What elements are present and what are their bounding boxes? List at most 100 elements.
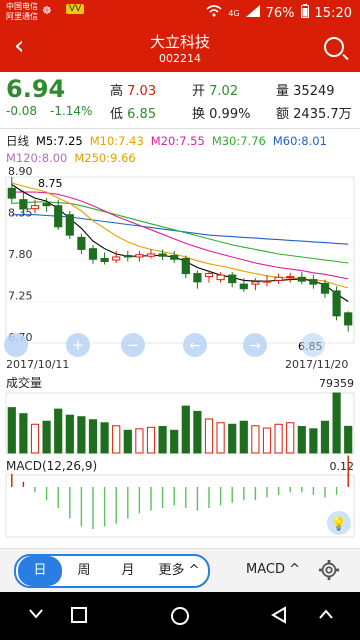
volume-bar (158, 426, 167, 454)
open-field: 开 7.02 (192, 80, 238, 99)
volume-bar (77, 416, 86, 454)
open-label: 开 (192, 84, 206, 99)
chevron-up-icon: ^ (188, 563, 200, 578)
candle-body (77, 236, 86, 250)
status-bar: 中国电信 阿里通信 ☸ VV 4G 76% 15:20 (0, 0, 360, 25)
volume-bar (332, 392, 341, 454)
candle-body (135, 254, 144, 258)
volume-field: 量 35249 (276, 80, 335, 99)
volume-bar (239, 420, 248, 454)
indicator-select[interactable]: MACD ^ (246, 562, 300, 577)
date-end-label: 2017/11/20 (285, 358, 348, 371)
carrier-info: 中国电信 阿里通信 (6, 2, 38, 22)
scroll-left-button[interactable]: ← (183, 333, 207, 357)
zoom-in-button[interactable]: + (66, 333, 90, 357)
carrier-2: 阿里通信 (6, 12, 38, 21)
volume-bar (30, 423, 40, 454)
candle-body (320, 282, 330, 294)
candle-body (286, 276, 295, 279)
chart-area[interactable]: 8.908.357.807.256.70 8.75 6.85 2017/10/1… (0, 125, 360, 545)
volume-bar (193, 410, 202, 454)
carrier-1: 中国电信 (6, 2, 38, 11)
candle-body (42, 202, 51, 207)
svg-text:💡: 💡 (331, 516, 347, 532)
notification-shade-icon[interactable] (318, 606, 334, 622)
volume-bar (216, 422, 225, 454)
ma20-line (11, 191, 349, 280)
scroll-right-button[interactable]: → (243, 333, 267, 357)
macd-title: MACD(12,26,9) (6, 459, 97, 473)
kline-chart[interactable]: 8.908.357.807.256.70 8.75 6.85 2017/10/1… (0, 125, 360, 545)
notification-icon: ☸ (42, 4, 52, 17)
price-change-percent: -1.14% (50, 104, 93, 118)
title-bar: ‹ 大立科技 002214 (0, 25, 360, 72)
svg-text:→: → (249, 338, 261, 354)
price-axis-label: 8.90 (8, 165, 33, 178)
battery-icon (300, 4, 309, 22)
ma5-line (11, 184, 349, 302)
volume-bar (344, 425, 353, 454)
tab-week[interactable]: 周 (62, 556, 106, 586)
volume-bar (286, 422, 295, 454)
high-label: 高 (110, 84, 124, 99)
volume-bar (262, 427, 272, 454)
candle-body (7, 187, 16, 199)
wifi-icon (206, 5, 222, 21)
volume-bar (88, 419, 98, 454)
fullscreen-right-button[interactable] (301, 333, 325, 357)
current-price: 6.94 (6, 75, 66, 103)
android-navbar (0, 592, 360, 640)
candle-body (239, 283, 248, 290)
volume-bar (251, 425, 260, 454)
volume-bar (297, 426, 306, 454)
battery-percent: 76% (265, 5, 295, 21)
candle-body (297, 276, 306, 282)
volume-label: 量 (276, 84, 290, 99)
zoom-out-button[interactable]: − (121, 333, 145, 357)
candle-body (30, 205, 40, 210)
candle-body (123, 254, 132, 258)
candle-body (228, 274, 237, 284)
volume-bar (274, 423, 283, 454)
volume-bar (112, 425, 121, 454)
candle-body (193, 273, 202, 283)
turnover-field: 换 0.99% (192, 103, 250, 122)
candle-body (332, 290, 341, 317)
volume-bar (135, 428, 144, 454)
volume-value: 35249 (293, 84, 335, 99)
high-value: 7.03 (127, 84, 157, 99)
volume-max-label: 79359 (319, 377, 354, 390)
back-nav-icon[interactable] (270, 606, 288, 624)
volume-bar (204, 418, 214, 454)
home-icon[interactable] (170, 606, 190, 626)
stock-code: 002214 (159, 52, 201, 65)
volume-bar (228, 423, 237, 454)
recent-apps-icon[interactable] (70, 606, 88, 624)
candle-body (251, 281, 260, 285)
fullscreen-left-button[interactable] (4, 333, 28, 357)
quote-panel: 6.94 -0.08 -1.14% 高 7.03 低 6.85 开 7.02 换… (0, 72, 360, 129)
candle-body (146, 253, 156, 257)
settings-icon[interactable] (318, 559, 340, 581)
volume-bar (42, 420, 51, 454)
tab-month[interactable]: 月 (106, 556, 150, 586)
candle-body (65, 214, 74, 236)
high-field: 高 7.03 (110, 80, 156, 99)
price-change: -0.08 (6, 104, 38, 118)
tab-more[interactable]: 更多 ^ (150, 556, 208, 586)
period-tab-group: 日 周 月 更多 ^ (14, 554, 210, 588)
candle-body (100, 257, 109, 263)
tab-more-label: 更多 (158, 563, 185, 578)
volume-bar (309, 428, 318, 454)
ma10-line (11, 182, 349, 289)
clock: 15:20 (314, 5, 352, 21)
candle-body (262, 280, 272, 283)
candle-body (274, 276, 283, 281)
lightbulb-icon[interactable]: 💡 (327, 511, 351, 535)
svg-text:−: − (127, 336, 140, 354)
tab-day[interactable]: 日 (18, 556, 62, 586)
candle-body (19, 199, 28, 210)
search-icon[interactable] (324, 37, 344, 57)
volume-bar (320, 420, 330, 454)
hide-keyboard-icon[interactable] (28, 606, 44, 622)
